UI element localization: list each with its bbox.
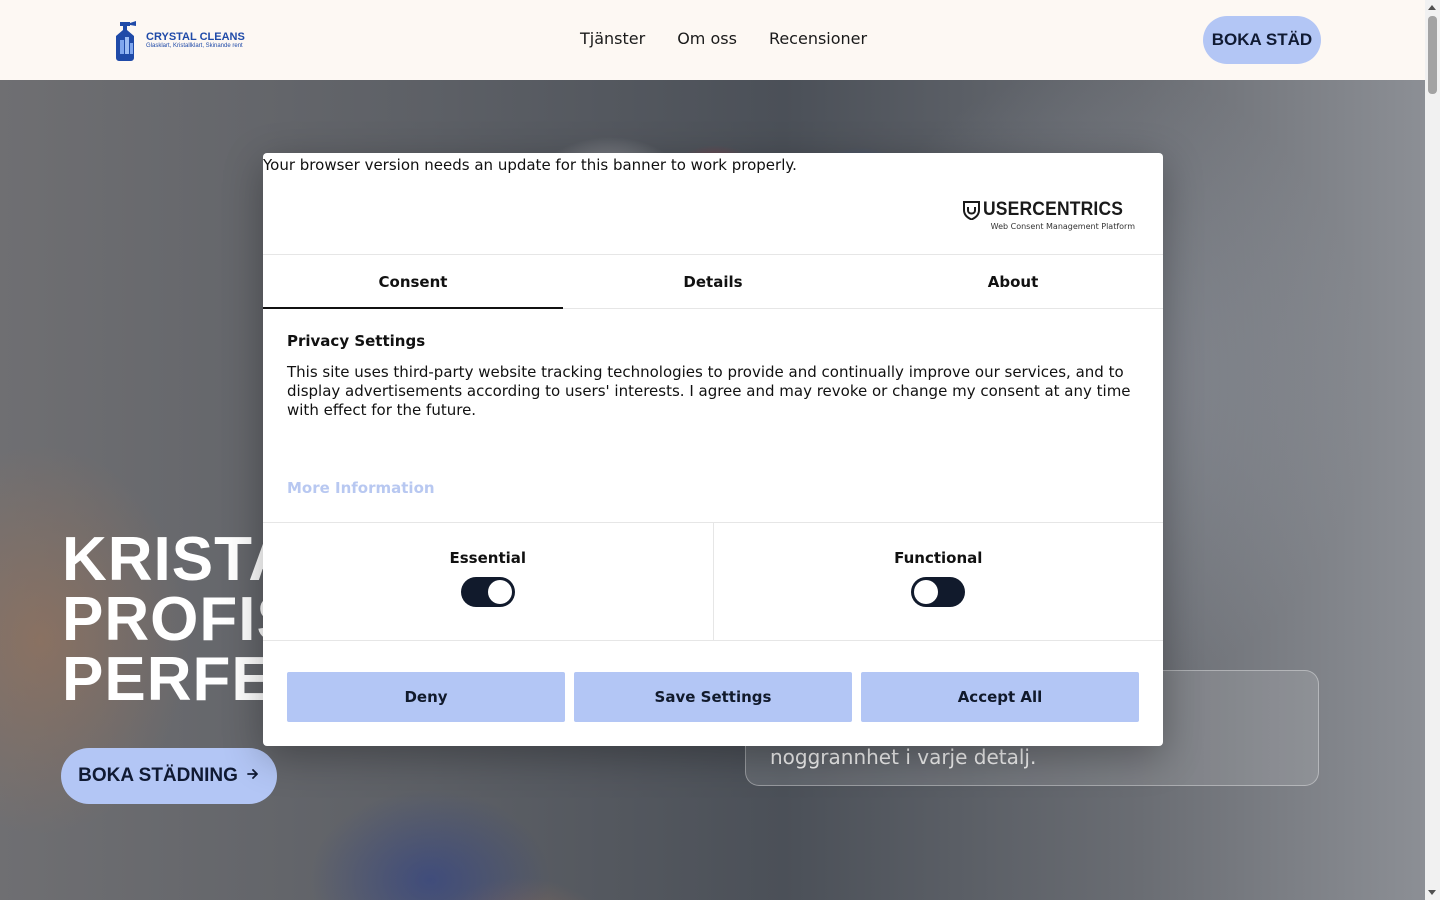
book-cleaning-button[interactable]: BOKA STÄDNING — [61, 748, 277, 804]
scroll-up-arrow-icon[interactable] — [1428, 5, 1436, 10]
consent-dialog: Your browser version needs an update for… — [263, 153, 1163, 746]
deny-button[interactable]: Deny — [287, 672, 565, 722]
nav-link-services[interactable]: Tjänster — [580, 29, 645, 48]
privacy-settings-title: Privacy Settings — [287, 332, 426, 350]
usercentrics-brand-subtitle: Web Consent Management Platform — [990, 222, 1135, 231]
category-functional: Functional — [712, 523, 1164, 640]
site-logo[interactable]: CRYSTAL CLEANS Glasklart, Kristallklart,… — [108, 18, 245, 62]
tab-about[interactable]: About — [863, 255, 1163, 308]
privacy-settings-text: This site uses third-party website track… — [287, 363, 1131, 419]
usercentrics-logo: USERCENTRICS Web Consent Management Plat… — [962, 199, 1135, 231]
scroll-thumb[interactable] — [1428, 16, 1437, 94]
toggle-knob — [914, 580, 939, 604]
scroll-down-arrow-icon[interactable] — [1428, 890, 1436, 895]
page-scrollbar[interactable] — [1425, 0, 1440, 900]
site-header: CRYSTAL CLEANS Glasklart, Kristallklart,… — [0, 0, 1425, 80]
more-information-link[interactable]: More Information — [287, 479, 435, 497]
nav-link-reviews[interactable]: Recensioner — [769, 29, 867, 48]
tab-consent[interactable]: Consent — [263, 255, 563, 309]
functional-label: Functional — [894, 549, 983, 567]
essential-label: Essential — [449, 549, 527, 567]
arrow-right-icon — [246, 765, 260, 787]
accept-all-button[interactable]: Accept All — [861, 672, 1139, 722]
consent-tabs: Consent Details About — [263, 254, 1163, 309]
main-nav: Tjänster Om oss Recensioner — [580, 29, 867, 48]
tab-details[interactable]: Details — [563, 255, 863, 308]
browser-update-notice: Your browser version needs an update for… — [263, 156, 797, 174]
consent-categories: Essential Functional — [263, 522, 1163, 641]
book-clean-button[interactable]: BOKA STÄD — [1203, 16, 1321, 64]
usercentrics-brand-name: USERCENTRICS — [982, 199, 1123, 220]
nav-link-about[interactable]: Om oss — [677, 29, 737, 48]
shield-icon — [962, 200, 980, 220]
functional-toggle[interactable] — [911, 577, 966, 607]
toggle-knob — [487, 580, 512, 604]
consent-actions: Deny Save Settings Accept All — [287, 672, 1139, 722]
book-cleaning-label: BOKA STÄDNING — [78, 765, 238, 786]
category-essential: Essential — [263, 523, 713, 640]
essential-toggle[interactable] — [460, 577, 515, 607]
spray-bottle-icon — [116, 21, 136, 61]
save-settings-button[interactable]: Save Settings — [574, 672, 852, 722]
logo-name: CRYSTAL CLEANS — [146, 31, 245, 43]
logo-tagline: Glasklart, Kristallklart, Skinande rent — [146, 43, 243, 49]
